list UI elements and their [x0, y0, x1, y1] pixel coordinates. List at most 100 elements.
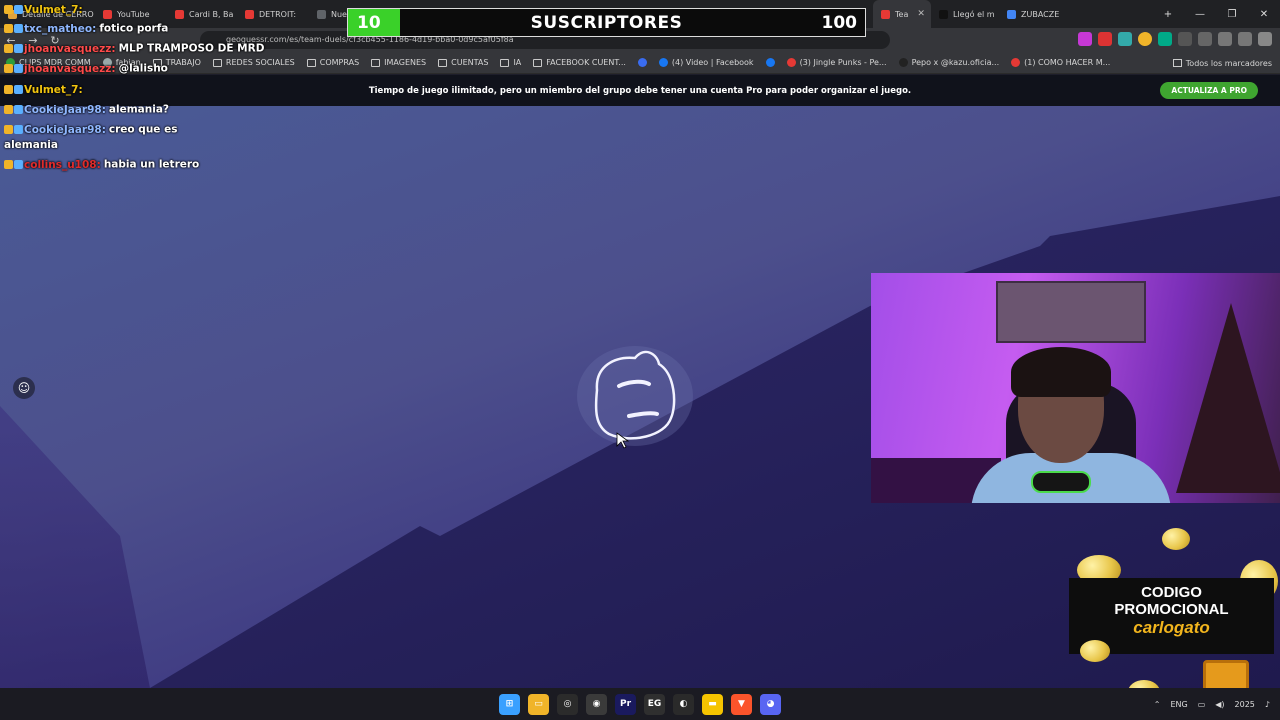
tiktok-icon	[898, 58, 908, 67]
folder-icon	[1172, 59, 1182, 67]
chat-toggle-icon[interactable]: ☺	[13, 377, 35, 399]
subscriber-goal-bar: 10 SUSCRIPTORES 100	[347, 8, 866, 37]
sidebar-icon[interactable]	[1238, 32, 1252, 46]
youtube-icon	[1011, 58, 1021, 67]
bookmark-item[interactable]: (3) Jingle Punks - Pe...	[781, 58, 893, 67]
tab-favicon-icon	[939, 9, 948, 19]
epic-games-icon[interactable]: EG	[644, 693, 665, 715]
color-app-icon[interactable]: ◐	[673, 693, 694, 715]
bookmark-item[interactable]: IA	[494, 58, 527, 67]
obs-icon[interactable]: ◎	[557, 693, 578, 715]
chat-text: fotico porfa	[99, 22, 169, 35]
bookmark-item[interactable]: (1) COMO HACER M...	[1005, 58, 1116, 67]
coin-icon	[1162, 528, 1190, 550]
bookmark-item[interactable]: REDES SOCIALES	[207, 58, 301, 67]
promo-line-2: PROMOCIONAL	[1114, 601, 1229, 618]
youtube-icon	[786, 58, 796, 67]
minimize-icon[interactable]: —	[1184, 9, 1216, 20]
bookmark-label: (1) COMO HACER M...	[1024, 58, 1111, 67]
notification-bell-icon[interactable]: ♪	[1265, 700, 1270, 709]
extension-icon[interactable]	[1098, 32, 1112, 46]
tab-label: Llegó el m	[953, 9, 995, 19]
tab-favicon-icon	[103, 9, 112, 19]
folder-icon	[500, 58, 510, 67]
close-tab-icon[interactable]: ✕	[917, 9, 925, 19]
chat-username: Vulmet_7:	[24, 3, 83, 16]
chat-message: jhoanvasquezz: @lalisho	[4, 61, 168, 77]
menu-icon[interactable]	[1258, 32, 1272, 46]
network-icon[interactable]: ▭	[1198, 700, 1206, 709]
chat-message: jhoanvasquezz: MLP TRAMPOSO DE MRD	[4, 41, 264, 57]
shield-icon[interactable]	[1218, 32, 1232, 46]
tab-label: ZUBACZE	[1021, 9, 1060, 19]
new-tab-icon[interactable]: +	[1152, 9, 1184, 20]
extensions-icon[interactable]	[1198, 32, 1212, 46]
chat-badges	[4, 157, 24, 172]
browser-tab[interactable]: Cardi B, Ba	[167, 0, 237, 28]
bookmark-item[interactable]: FACEBOOK CUENT...	[527, 58, 632, 67]
bookmark-label: CUENTAS	[451, 58, 489, 67]
extension-icon[interactable]	[1158, 32, 1172, 46]
chat-username: Vulmet_7:	[24, 83, 83, 96]
clock-year[interactable]: 2025	[1235, 700, 1255, 709]
extension-icon[interactable]	[1138, 32, 1152, 46]
bookmark-item[interactable]: Pepo x @kazu.oficia...	[893, 58, 1006, 67]
brave-icon[interactable]: ▼	[731, 693, 752, 715]
bookmark-item[interactable]: COMPRAS	[301, 58, 365, 67]
wall-poster	[996, 281, 1146, 343]
chat-message: CookieJaar98: creo que es alemania	[4, 122, 194, 153]
folder-icon	[438, 58, 448, 67]
bookmark-item[interactable]	[760, 58, 781, 67]
browser-tab[interactable]: Tea ✕	[873, 0, 931, 28]
browser-tab[interactable]: Llegó el m	[931, 0, 999, 28]
folder-icon	[306, 58, 316, 67]
file-explorer-icon[interactable]: ▭	[528, 693, 549, 715]
pano-blob-shape	[577, 346, 693, 446]
all-bookmarks-label: Todos los marcadores	[1185, 58, 1272, 68]
windows-start-icon[interactable]: ⊞	[499, 693, 520, 715]
bookmark-item[interactable]	[632, 58, 653, 67]
chat-badges	[4, 21, 24, 36]
tab-favicon-icon	[175, 9, 184, 19]
banner-text: Tiempo de juego ilimitado, pero un miemb…	[368, 85, 912, 96]
chat-text: habia un letrero	[103, 158, 200, 171]
coin-icon	[1080, 640, 1110, 662]
bookmark-label: REDES SOCIALES	[225, 58, 295, 67]
chat-message: Vulmet_7:	[4, 2, 86, 18]
streamer-webcam	[871, 273, 1280, 503]
bookmark-item[interactable]: CUENTAS	[432, 58, 494, 67]
folder-icon	[212, 58, 222, 67]
sticky-notes-icon[interactable]: ▬	[702, 693, 723, 715]
browser-tab[interactable]: DETROIT:	[237, 0, 309, 28]
discord-icon[interactable]: ◕	[760, 693, 781, 715]
chat-badges	[4, 41, 24, 56]
extension-icon[interactable]	[1118, 32, 1132, 46]
tray-chevron-icon[interactable]: ⌃	[1154, 700, 1161, 709]
language-indicator[interactable]: ENG	[1170, 700, 1187, 709]
chat-message: CookieJaar98: alemania?	[4, 102, 169, 118]
chat-message: txc_matheo: fotico porfa	[4, 21, 168, 37]
chrome-app-icon[interactable]: ◉	[586, 693, 607, 715]
chat-username: txc_matheo:	[24, 22, 97, 35]
volume-icon[interactable]: ◀)	[1215, 700, 1224, 709]
bookmark-item[interactable]: (4) Video | Facebook	[653, 58, 760, 67]
pro-info-banner: Tiempo de juego ilimitado, pero un miemb…	[0, 75, 1280, 106]
upgrade-to-pro-button[interactable]: ACTUALIZA A PRO	[1160, 82, 1258, 99]
premiere-icon[interactable]: Pr	[615, 693, 636, 715]
streamer-hair	[1011, 347, 1111, 397]
extension-icons	[1078, 32, 1272, 46]
extension-icon[interactable]	[1178, 32, 1192, 46]
maximize-icon[interactable]: ❐	[1216, 9, 1248, 20]
folder-icon	[533, 58, 543, 67]
facebook-icon	[658, 58, 668, 67]
bookmark-label: IMAGENES	[384, 58, 427, 67]
browser-tab[interactable]: ZUBACZE	[999, 0, 1069, 28]
extension-icon[interactable]	[1078, 32, 1092, 46]
microphone	[1031, 471, 1091, 493]
bookmark-item[interactable]: IMAGENES	[365, 58, 432, 67]
opera-icon	[637, 58, 647, 67]
close-window-icon[interactable]: ✕	[1248, 9, 1280, 20]
facebook-icon	[765, 58, 775, 67]
chat-badges	[4, 61, 24, 76]
all-bookmarks-button[interactable]: Todos los marcadores	[1172, 52, 1272, 74]
